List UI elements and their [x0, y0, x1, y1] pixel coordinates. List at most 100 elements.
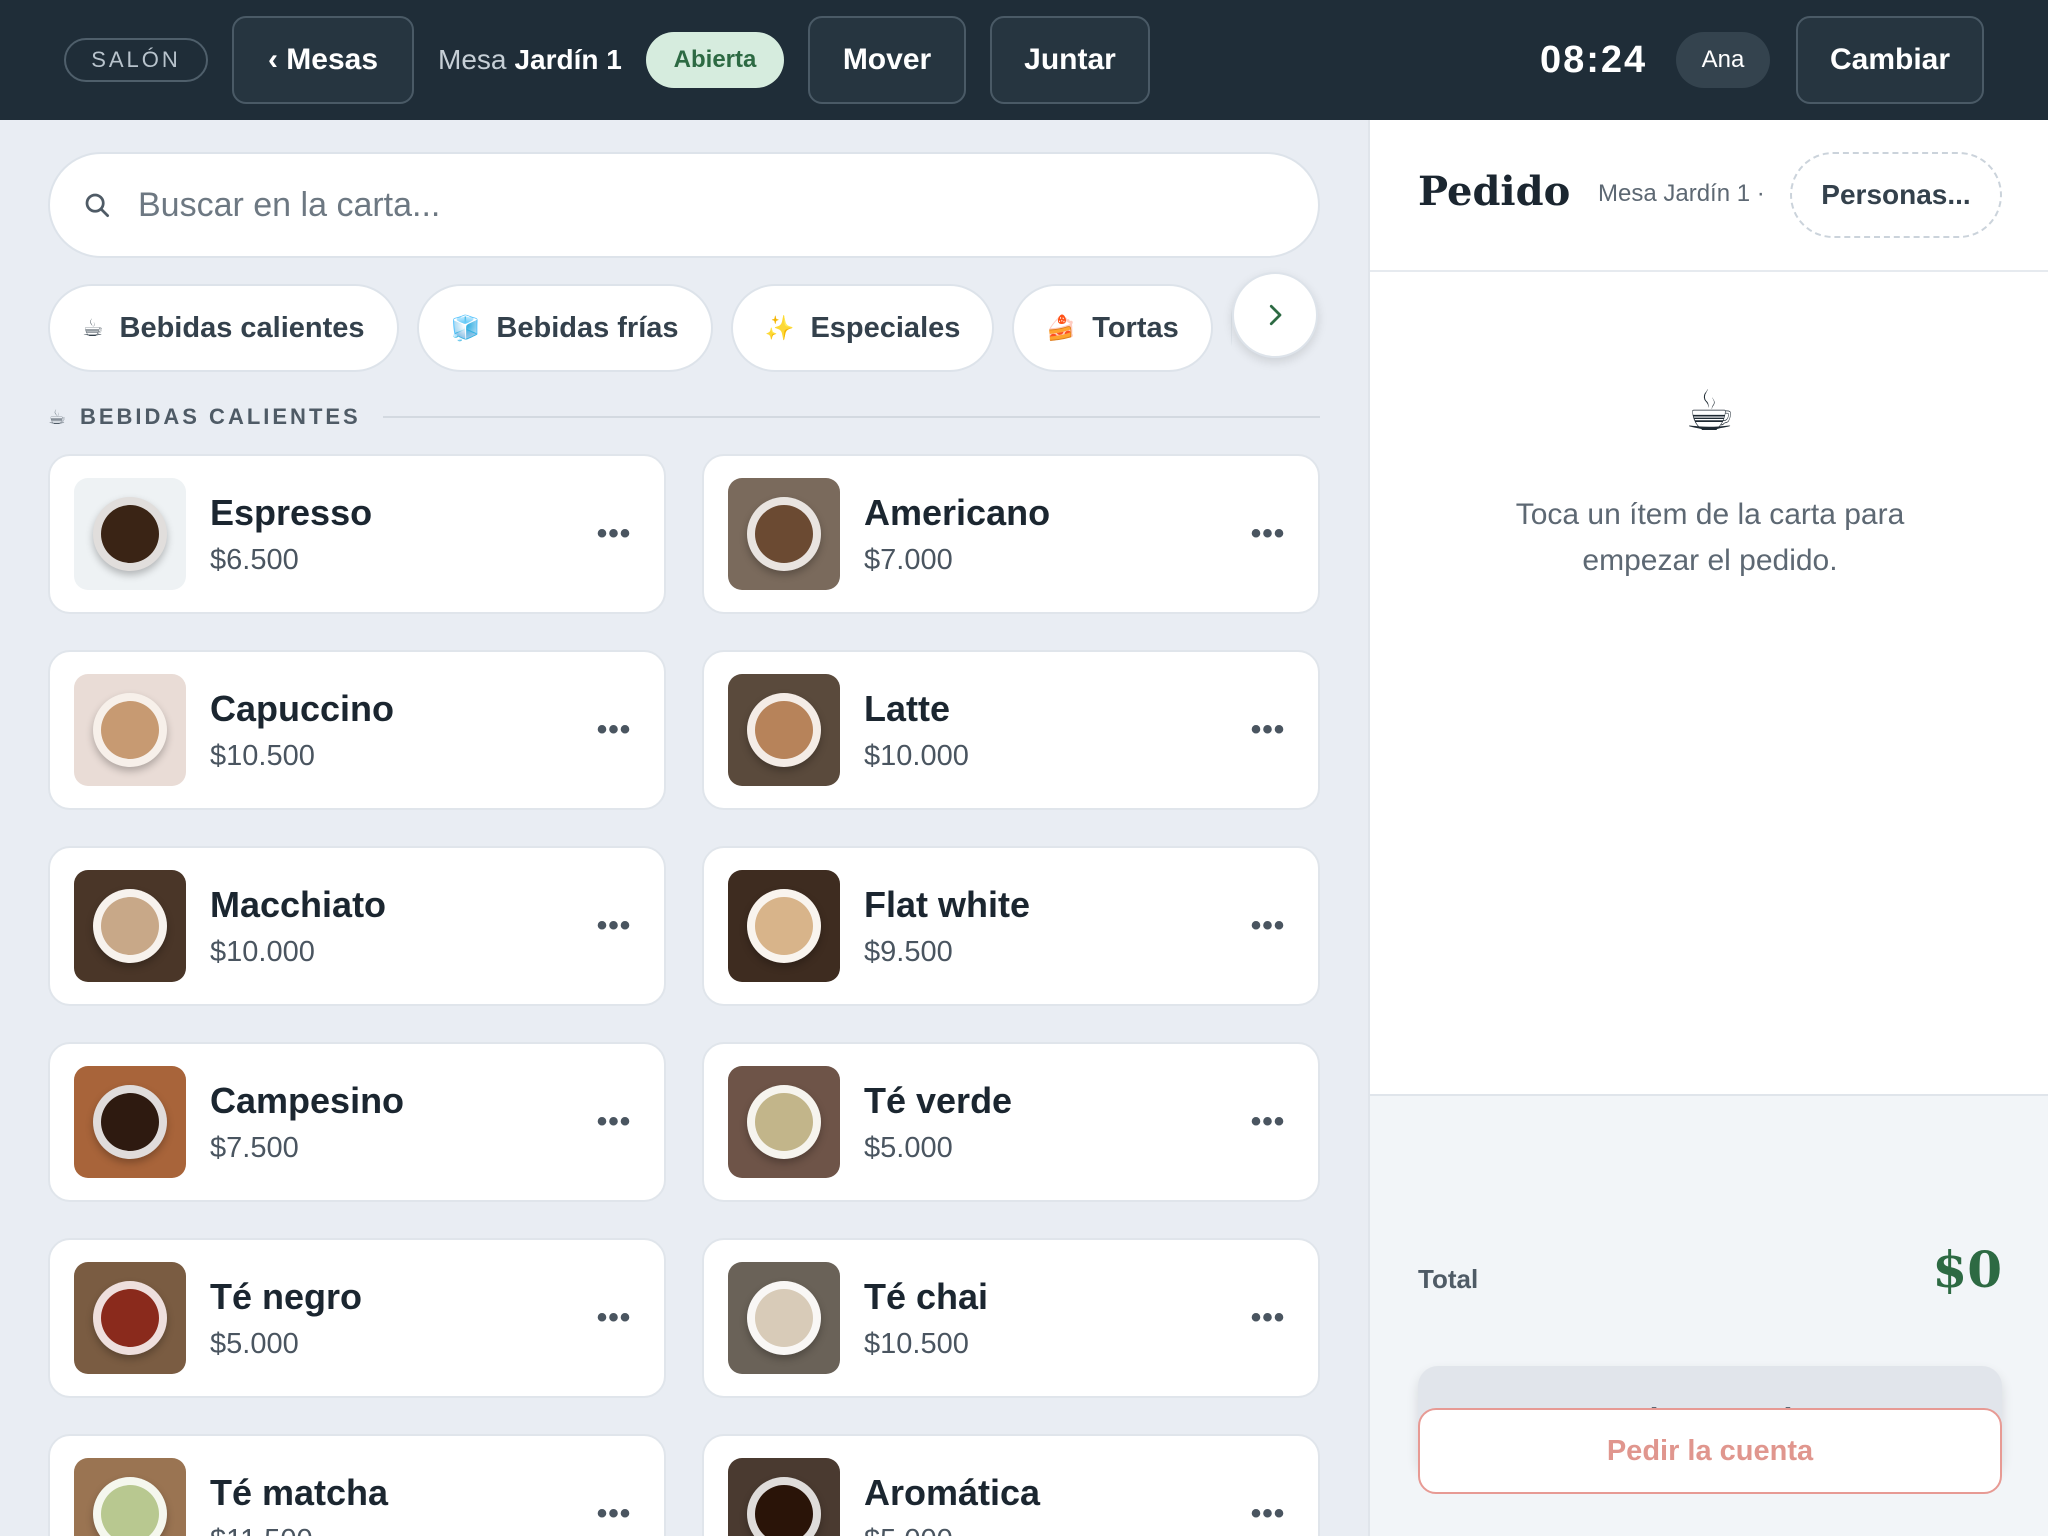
- menu-item-info: Aromática $5.000: [864, 1472, 1040, 1536]
- menu-item-price: $5.000: [210, 1327, 299, 1360]
- category-chip[interactable]: [1230, 284, 1232, 372]
- menu-item-price: $10.000: [210, 935, 315, 968]
- menu-item-image: [74, 674, 186, 786]
- menu-item-price: $10.500: [210, 739, 315, 772]
- more-dots-icon[interactable]: •••: [1242, 1488, 1294, 1536]
- menu-item-card[interactable]: Macchiato $10.000 •••: [48, 846, 666, 1006]
- current-table-label: Mesa Jardín 1: [438, 40, 622, 80]
- menu-item-card[interactable]: Té chai $10.500 •••: [702, 1238, 1320, 1398]
- menu-item-card[interactable]: Latte $10.000 •••: [702, 650, 1320, 810]
- coffee-cup-icon: [747, 889, 821, 963]
- category-label: Bebidas calientes: [119, 311, 365, 344]
- menu-item-info: Flat white $9.500: [864, 884, 1030, 969]
- menu-item-info: Macchiato $10.000: [210, 884, 386, 969]
- menu-item-card[interactable]: Campesino $7.500 •••: [48, 1042, 666, 1202]
- coffee-cup-icon: [747, 497, 821, 571]
- category-icon: 🧊: [450, 314, 481, 342]
- menu-item-name: Campesino: [210, 1079, 405, 1121]
- back-to-tables-button[interactable]: ‹ Mesas: [232, 16, 414, 104]
- menu-item-info: Té chai $10.500: [864, 1276, 988, 1361]
- menu-item-card[interactable]: Americano $7.000 •••: [702, 454, 1320, 614]
- menu-item-card[interactable]: Capuccino $10.500 •••: [48, 650, 666, 810]
- menu-item-card[interactable]: Té matcha $11.500 •••: [48, 1434, 666, 1536]
- guests-button[interactable]: Personas...: [1790, 152, 2002, 238]
- category-chip[interactable]: 🧊 Bebidas frías: [416, 284, 713, 372]
- switch-user-button[interactable]: Cambiar: [1796, 16, 1984, 104]
- menu-item-info: Té verde $5.000: [864, 1080, 1012, 1165]
- menu-item-info: Capuccino $10.500: [210, 688, 394, 773]
- empty-order-message: Toca un ítem de la carta para empezar el…: [1515, 498, 1905, 577]
- move-table-button[interactable]: Mover: [808, 16, 966, 104]
- order-table-label: Mesa Jardín 1 ·: [1598, 180, 1765, 207]
- category-chips: ☕ Bebidas calientes 🧊 Bebidas frías ✨ Especia…: [48, 284, 1232, 372]
- menu-item-card[interactable]: Aromática $5.000 •••: [702, 1434, 1320, 1536]
- more-dots-icon[interactable]: •••: [588, 508, 640, 560]
- menu-item-price: $5.000: [864, 1524, 1040, 1536]
- coffee-cup-icon: [93, 889, 167, 963]
- menu-item-image: [728, 478, 840, 590]
- menu-item-price: $6.500: [210, 543, 299, 576]
- menu-item-image: [74, 1262, 186, 1374]
- table-prefix: Mesa: [438, 44, 507, 75]
- menu-item-price: $5.000: [864, 1131, 953, 1164]
- menu-item-card[interactable]: Flat white $9.500 •••: [702, 846, 1320, 1006]
- more-dots-icon[interactable]: •••: [1242, 704, 1294, 756]
- menu-item-info: Latte $10.000: [864, 688, 969, 773]
- search-icon: [85, 193, 109, 217]
- menu-item-name: Latte: [864, 687, 951, 729]
- more-dots-icon[interactable]: •••: [1242, 900, 1294, 952]
- menu-item-price: $10.500: [864, 1327, 969, 1360]
- search-bar[interactable]: [48, 152, 1320, 258]
- request-bill-button[interactable]: Pedir la cuenta: [1418, 1408, 2002, 1494]
- menu-item-info: Espresso $6.500: [210, 492, 372, 577]
- menu-item-image: [728, 1458, 840, 1536]
- order-panel: Pedido Mesa Jardín 1 · Personas... ☕ Toc…: [1368, 120, 2048, 1536]
- more-dots-icon[interactable]: •••: [588, 1096, 640, 1148]
- more-dots-icon[interactable]: •••: [1242, 508, 1294, 560]
- menu-item-card[interactable]: Té negro $5.000 •••: [48, 1238, 666, 1398]
- section-divider: [382, 416, 1320, 418]
- more-dots-icon[interactable]: •••: [588, 900, 640, 952]
- total-label: Total: [1418, 1264, 1479, 1294]
- menu-item-image: [728, 870, 840, 982]
- coffee-cup-icon: [747, 1477, 821, 1536]
- menu-item-price: $10.000: [864, 739, 969, 772]
- coffee-cup-icon: ☕: [1684, 379, 1736, 442]
- category-chip[interactable]: ✨ Especiales: [730, 284, 995, 372]
- table-name: Jardín 1: [514, 44, 622, 75]
- total-value: $0: [1932, 1240, 2002, 1299]
- chips-next-button[interactable]: [1232, 272, 1318, 358]
- menu-item-card[interactable]: Té verde $5.000 •••: [702, 1042, 1320, 1202]
- more-dots-icon[interactable]: •••: [588, 1292, 640, 1344]
- table-status-badge: Abierta: [646, 32, 784, 88]
- more-dots-icon[interactable]: •••: [588, 704, 640, 756]
- menu-item-price: $7.000: [864, 543, 953, 576]
- section-title: BEBIDAS CALIENTES: [79, 404, 361, 429]
- category-chip[interactable]: ☕ Bebidas calientes: [48, 284, 399, 372]
- menu-item-image: [74, 1066, 186, 1178]
- menu-item-name: Aromática: [864, 1471, 1041, 1513]
- order-footer: Total $0 Enviar a cocina Pedir la cuenta: [1370, 1094, 2048, 1536]
- menu-item-name: Capuccino: [210, 687, 395, 729]
- more-dots-icon[interactable]: •••: [1242, 1292, 1294, 1344]
- menu-item-image: [728, 1262, 840, 1374]
- user-badge: Ana: [1676, 32, 1770, 88]
- coffee-cup-icon: ☕: [48, 406, 66, 429]
- category-label: Especiales: [810, 311, 961, 344]
- menu-item-name: Té chai: [864, 1275, 989, 1317]
- coffee-cup-icon: [93, 693, 167, 767]
- menu-item-card[interactable]: Espresso $6.500 •••: [48, 454, 666, 614]
- menu-item-price: $9.500: [864, 935, 953, 968]
- menu-item-price: $7.500: [210, 1131, 299, 1164]
- menu-item-name: Flat white: [864, 883, 1031, 925]
- more-dots-icon[interactable]: •••: [588, 1488, 640, 1536]
- search-input[interactable]: [138, 185, 1238, 225]
- join-tables-button[interactable]: Juntar: [990, 16, 1150, 104]
- more-dots-icon[interactable]: •••: [1242, 1096, 1294, 1148]
- menu-item-name: Té verde: [864, 1079, 1013, 1121]
- menu-item-image: [74, 478, 186, 590]
- category-chip[interactable]: 🍰 Tortas: [1012, 284, 1213, 372]
- menu-item-image: [74, 1458, 186, 1536]
- coffee-cup-icon: [747, 1281, 821, 1355]
- section-badge: SALÓN: [64, 38, 208, 82]
